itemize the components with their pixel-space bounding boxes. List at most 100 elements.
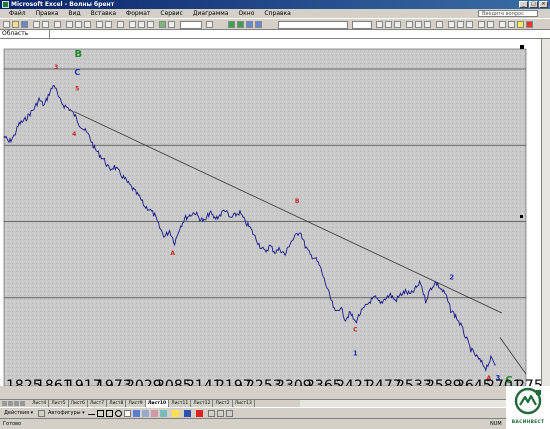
horizontal-scrollbar[interactable] xyxy=(300,399,541,407)
sheet-tab[interactable]: Лист6 xyxy=(68,400,88,407)
borders-icon[interactable] xyxy=(508,21,515,28)
sheet-tab[interactable]: Лист4 xyxy=(30,400,50,407)
save-icon[interactable] xyxy=(21,21,28,28)
menu-chart[interactable]: Диаграмма xyxy=(188,9,234,18)
sheet-tab[interactable]: Лист7 xyxy=(87,400,108,407)
sheet-tab[interactable]: Лист13 xyxy=(232,400,255,407)
sheet-tab-active[interactable]: Лист10 xyxy=(145,400,170,407)
diagram-icon[interactable] xyxy=(142,410,149,417)
oval-tool-icon[interactable] xyxy=(115,410,122,417)
align-right-icon[interactable] xyxy=(424,21,431,28)
select-arrow-icon[interactable] xyxy=(38,410,45,417)
plot-area[interactable] xyxy=(3,48,527,387)
selection-handle-r[interactable] xyxy=(520,215,523,218)
sheet-tab[interactable]: Лист2 xyxy=(213,400,233,407)
undo-icon[interactable] xyxy=(96,21,103,28)
green-toolbar-icon-2[interactable] xyxy=(237,21,244,28)
sort-desc-icon[interactable] xyxy=(147,21,154,28)
comma-icon[interactable] xyxy=(466,21,473,28)
minimize-button[interactable]: _ xyxy=(519,1,528,8)
blue-toolbar-icon[interactable] xyxy=(246,21,253,28)
draw-actions-menu[interactable]: Действия ▾ xyxy=(4,410,33,417)
increase-decimal-icon[interactable] xyxy=(478,21,485,28)
line-color-icon[interactable] xyxy=(184,410,191,417)
menu-edit[interactable]: Правка xyxy=(31,9,64,18)
maximize-button[interactable]: □ xyxy=(529,1,538,8)
sheet-tab[interactable]: Лист9 xyxy=(126,400,146,407)
currency-icon[interactable] xyxy=(448,21,455,28)
align-center-icon[interactable] xyxy=(415,21,422,28)
new-icon[interactable] xyxy=(3,21,10,28)
blue-toolbar-icon-2[interactable] xyxy=(255,21,262,28)
chart-area[interactable]: 3BC54ABC12A3C 1825 1861 1917 1973 2029 2085 21… xyxy=(0,39,550,394)
chart-wizard-icon[interactable] xyxy=(159,21,166,28)
autoshapes-menu[interactable]: Автофигуры ▾ xyxy=(48,410,85,417)
sheet-tab[interactable]: Лист12 xyxy=(191,400,214,407)
open-icon[interactable] xyxy=(12,21,19,28)
copy-icon[interactable] xyxy=(75,21,82,28)
menu-insert[interactable]: Вставка xyxy=(86,9,121,18)
bold-icon[interactable] xyxy=(376,21,383,28)
wordart-icon[interactable] xyxy=(133,410,140,417)
indent-icon[interactable] xyxy=(499,21,506,28)
hyperlink-icon[interactable] xyxy=(117,21,124,28)
close-button[interactable]: × xyxy=(539,1,548,8)
wave-label: B xyxy=(295,198,300,205)
help-icon[interactable] xyxy=(206,21,213,28)
drawing-icon[interactable] xyxy=(168,21,175,28)
align-left-icon[interactable] xyxy=(406,21,413,28)
paste-icon[interactable] xyxy=(84,21,91,28)
picture-icon[interactable] xyxy=(160,410,167,417)
line-style-icon[interactable] xyxy=(208,410,215,417)
menu-tools[interactable]: Сервис xyxy=(155,9,187,18)
menu-help[interactable]: Справка xyxy=(259,9,295,18)
drawing-toolbar: Действия ▾ Автофигуры ▾ xyxy=(0,407,550,418)
menu-view[interactable]: Вид xyxy=(63,9,85,18)
green-toolbar-icon[interactable] xyxy=(228,21,235,28)
excel-app-icon xyxy=(2,1,9,8)
status-bar: Готово NUM xyxy=(0,418,550,429)
wave-label: 4 xyxy=(72,131,76,138)
spelling-icon[interactable] xyxy=(54,21,61,28)
cut-icon[interactable] xyxy=(66,21,73,28)
num-lock-indicator: NUM xyxy=(490,421,502,427)
rectangle-tool-icon[interactable] xyxy=(106,410,113,417)
wave-label: 1 xyxy=(353,350,358,358)
help-question-input[interactable]: Введите вопрос xyxy=(478,10,538,17)
sheet-tab[interactable]: Лист5 xyxy=(49,400,69,407)
font-color-icon[interactable] xyxy=(526,21,533,28)
tab-navigation[interactable] xyxy=(0,400,30,407)
sheet-tab[interactable]: Лист8 xyxy=(107,400,127,407)
menu-window[interactable]: Окно xyxy=(233,9,259,18)
zoom-combo[interactable] xyxy=(180,21,202,29)
arrow-style-icon[interactable] xyxy=(226,410,233,417)
vertical-scrollbar[interactable] xyxy=(541,39,550,399)
textbox-tool-icon[interactable] xyxy=(124,410,131,417)
font-size-combo[interactable] xyxy=(352,21,372,29)
arrow-tool-icon[interactable] xyxy=(97,410,104,417)
preview-icon[interactable] xyxy=(42,21,49,28)
print-icon[interactable] xyxy=(33,21,40,28)
line-tool-icon[interactable] xyxy=(88,410,95,415)
selection-handle-tr[interactable] xyxy=(520,45,524,49)
sheet-tab[interactable]: Лист11 xyxy=(169,400,192,407)
fill-color-draw-icon[interactable] xyxy=(172,410,179,417)
menu-format[interactable]: Формат xyxy=(121,9,155,18)
redo-icon[interactable] xyxy=(105,21,112,28)
font-color-draw-icon[interactable] xyxy=(196,410,203,417)
name-box[interactable]: Область пост... xyxy=(0,30,50,45)
menu-file[interactable]: Файл xyxy=(4,9,31,18)
underline-icon[interactable] xyxy=(394,21,401,28)
fill-color-icon[interactable] xyxy=(517,21,524,28)
dash-style-icon[interactable] xyxy=(217,410,224,417)
italic-icon[interactable] xyxy=(385,21,392,28)
font-combo[interactable] xyxy=(278,21,348,29)
percent-icon[interactable] xyxy=(457,21,464,28)
sum-icon[interactable] xyxy=(129,21,136,28)
clipart-icon[interactable] xyxy=(151,410,158,417)
window-controls: _ □ × xyxy=(519,1,548,8)
merge-icon[interactable] xyxy=(436,21,443,28)
sort-asc-icon[interactable] xyxy=(138,21,145,28)
x-tick-label: 2757 xyxy=(516,378,541,386)
decrease-decimal-icon[interactable] xyxy=(487,21,494,28)
